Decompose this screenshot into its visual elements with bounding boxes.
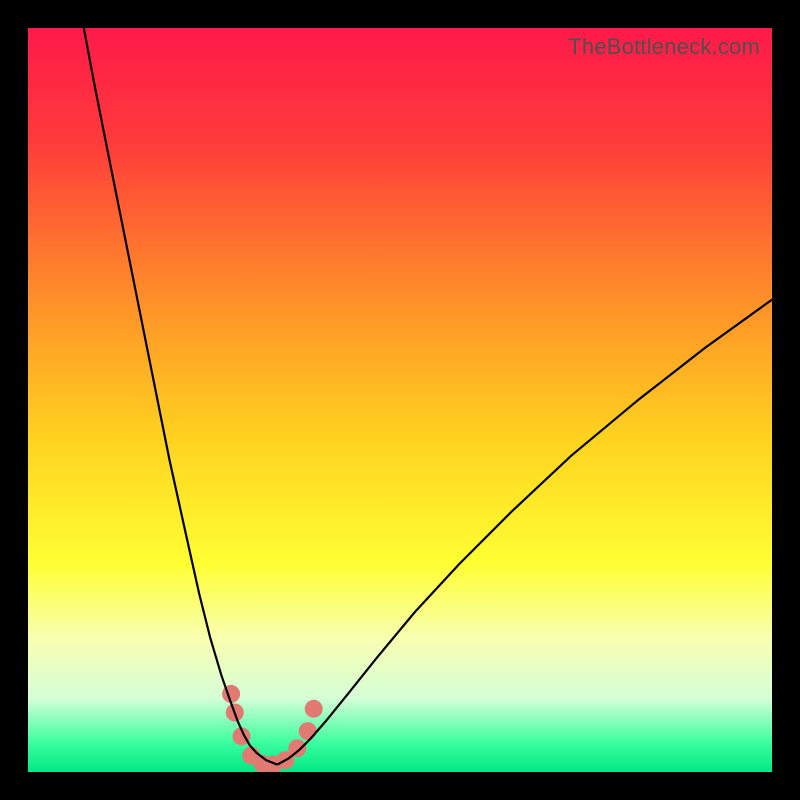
curve-layer — [28, 28, 772, 772]
valley-marker — [305, 700, 323, 718]
valley-marker — [299, 722, 317, 740]
chart-frame: TheBottleneck.com — [0, 0, 800, 800]
valley-markers — [222, 685, 323, 772]
watermark-text: TheBottleneck.com — [568, 34, 760, 60]
left-curve — [84, 28, 277, 765]
right-curve — [277, 300, 772, 765]
valley-marker — [288, 739, 306, 757]
plot-area: TheBottleneck.com — [28, 28, 772, 772]
